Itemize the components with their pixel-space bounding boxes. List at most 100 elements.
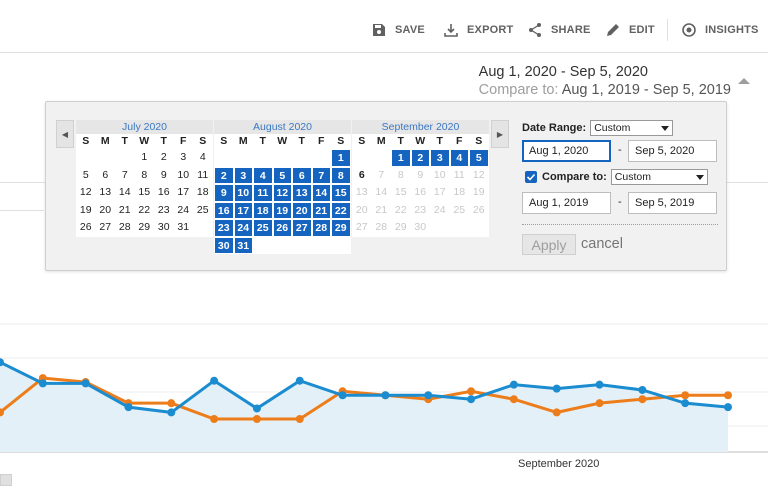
calendar-day[interactable]: 27 xyxy=(292,219,312,237)
calendar-day[interactable]: 7 xyxy=(311,166,331,184)
calendar-day[interactable]: 19 xyxy=(469,184,489,202)
compare-end-date-field[interactable]: Sep 5, 2019 xyxy=(628,192,717,214)
calendar-day[interactable]: 20 xyxy=(352,202,372,220)
calendar-day[interactable]: 14 xyxy=(115,184,135,202)
calendar-day[interactable]: 21 xyxy=(311,201,331,219)
calendar-day[interactable]: 10 xyxy=(233,184,253,202)
calendar-day[interactable]: 26 xyxy=(469,202,489,220)
calendar-day[interactable]: 1 xyxy=(391,149,411,167)
calendar-day[interactable]: 30 xyxy=(214,236,234,254)
calendar-day[interactable]: 7 xyxy=(115,167,135,185)
calendar-day[interactable]: 3 xyxy=(430,149,450,167)
compare-checkbox[interactable] xyxy=(525,171,537,183)
calendar-day[interactable]: 21 xyxy=(115,202,135,220)
calendar-day[interactable]: 21 xyxy=(372,202,392,220)
calendar-day[interactable]: 11 xyxy=(450,167,470,185)
calendar-day[interactable]: 6 xyxy=(292,166,312,184)
calendar-day[interactable]: 2 xyxy=(214,166,234,184)
calendar-day[interactable]: 11 xyxy=(193,167,213,185)
calendar-day[interactable]: 17 xyxy=(430,184,450,202)
calendar-day[interactable]: 12 xyxy=(76,184,96,202)
calendar-day[interactable]: 22 xyxy=(331,201,351,219)
calendar-day[interactable]: 28 xyxy=(311,219,331,237)
calendar-day[interactable]: 31 xyxy=(174,219,194,237)
calendar-day[interactable]: 30 xyxy=(154,219,174,237)
calendar-day[interactable]: 18 xyxy=(450,184,470,202)
calendar-day[interactable]: 14 xyxy=(311,184,331,202)
calendar-day[interactable]: 8 xyxy=(331,166,351,184)
calendar-day[interactable]: 22 xyxy=(135,202,155,220)
chart-scroll-handle[interactable] xyxy=(0,474,12,486)
end-date-field[interactable]: Sep 5, 2020 xyxy=(628,140,717,162)
calendar-day[interactable]: 26 xyxy=(272,219,292,237)
collapse-arrow-icon[interactable] xyxy=(738,78,750,84)
date-range-select[interactable]: Custom xyxy=(590,120,674,136)
insights-button[interactable]: INSIGHTS xyxy=(681,18,759,42)
calendar-day[interactable]: 10 xyxy=(174,167,194,185)
calendar-day[interactable]: 4 xyxy=(193,149,213,167)
calendar-day[interactable]: 12 xyxy=(469,167,489,185)
calendar-day[interactable]: 9 xyxy=(154,167,174,185)
calendar-day[interactable]: 24 xyxy=(233,219,253,237)
calendar-day[interactable]: 15 xyxy=(391,184,411,202)
calendar-day[interactable]: 30 xyxy=(411,219,431,237)
calendar-day[interactable]: 27 xyxy=(96,219,116,237)
compare-select[interactable]: Custom xyxy=(610,169,708,185)
start-date-field[interactable]: Aug 1, 2020 xyxy=(522,140,611,162)
apply-button[interactable]: Apply xyxy=(522,234,576,255)
calendar-day[interactable]: 20 xyxy=(292,201,312,219)
calendar-day[interactable]: 17 xyxy=(233,201,253,219)
calendar-day[interactable]: 9 xyxy=(411,167,431,185)
calendar-day[interactable]: 2 xyxy=(154,149,174,167)
calendar-day[interactable]: 12 xyxy=(272,184,292,202)
calendar-day[interactable]: 28 xyxy=(372,219,392,237)
edit-button[interactable]: EDIT xyxy=(605,18,655,42)
calendar-day[interactable]: 29 xyxy=(331,219,351,237)
calendar-day[interactable]: 13 xyxy=(292,184,312,202)
save-button[interactable]: SAVE xyxy=(371,18,425,42)
calendar-day[interactable]: 16 xyxy=(411,184,431,202)
calendar-day[interactable]: 19 xyxy=(272,201,292,219)
calendar-day[interactable]: 8 xyxy=(135,167,155,185)
calendar-day[interactable]: 8 xyxy=(391,167,411,185)
calendar-day[interactable]: 26 xyxy=(76,219,96,237)
calendar-day[interactable]: 17 xyxy=(174,184,194,202)
calendar-day[interactable]: 10 xyxy=(430,167,450,185)
calendar-day[interactable]: 25 xyxy=(193,202,213,220)
calendar-day[interactable]: 24 xyxy=(174,202,194,220)
calendar-day[interactable]: 4 xyxy=(449,149,469,167)
calendar-day[interactable]: 25 xyxy=(253,219,273,237)
calendar-day[interactable]: 7 xyxy=(372,167,392,185)
next-month-button[interactable]: ▶ xyxy=(491,120,509,148)
calendar-day[interactable]: 23 xyxy=(154,202,174,220)
calendar-day[interactable]: 19 xyxy=(76,202,96,220)
calendar-day[interactable]: 16 xyxy=(154,184,174,202)
calendar-day[interactable]: 6 xyxy=(96,167,116,185)
calendar-day[interactable]: 5 xyxy=(76,167,96,185)
calendar-day[interactable]: 13 xyxy=(352,184,372,202)
calendar-day[interactable]: 3 xyxy=(233,166,253,184)
calendar-day[interactable]: 1 xyxy=(135,149,155,167)
calendar-day[interactable]: 25 xyxy=(450,202,470,220)
calendar-day[interactable]: 5 xyxy=(272,166,292,184)
calendar-day[interactable]: 14 xyxy=(372,184,392,202)
calendar-day[interactable]: 28 xyxy=(115,219,135,237)
calendar-day[interactable]: 20 xyxy=(96,202,116,220)
compare-start-date-field[interactable]: Aug 1, 2019 xyxy=(522,192,611,214)
calendar-day[interactable]: 13 xyxy=(96,184,116,202)
calendar-day[interactable]: 15 xyxy=(331,184,351,202)
calendar-day[interactable]: 27 xyxy=(352,219,372,237)
calendar-day[interactable]: 2 xyxy=(410,149,430,167)
calendar-day[interactable]: 23 xyxy=(214,219,234,237)
calendar-day[interactable]: 4 xyxy=(253,166,273,184)
calendar-day[interactable]: 18 xyxy=(253,201,273,219)
calendar-day[interactable]: 6 xyxy=(352,167,372,185)
calendar-day[interactable]: 22 xyxy=(391,202,411,220)
calendar-day[interactable]: 29 xyxy=(135,219,155,237)
calendar-day[interactable]: 1 xyxy=(331,149,351,167)
calendar-day[interactable]: 11 xyxy=(253,184,273,202)
calendar-day[interactable]: 16 xyxy=(214,201,234,219)
calendar-day[interactable]: 29 xyxy=(391,219,411,237)
calendar-day[interactable]: 3 xyxy=(174,149,194,167)
calendar-day[interactable]: 23 xyxy=(411,202,431,220)
